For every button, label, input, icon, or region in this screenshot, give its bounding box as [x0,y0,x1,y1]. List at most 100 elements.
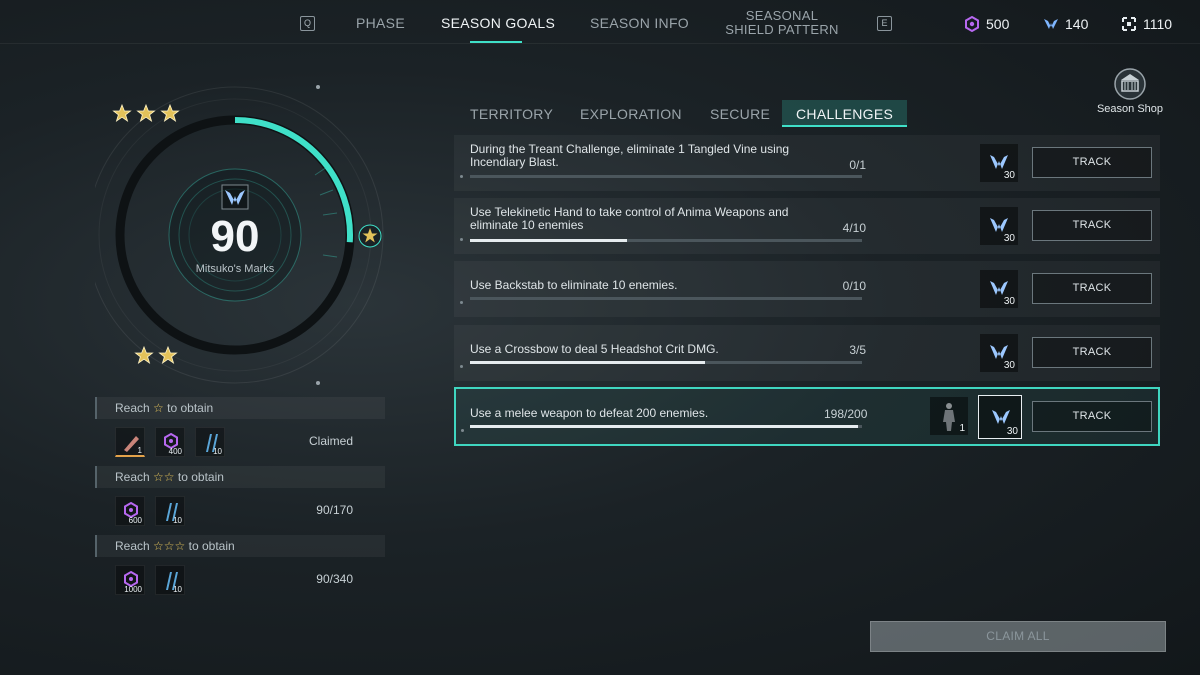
reward-qty: 30 [1003,170,1015,181]
bullet-dot [460,238,463,241]
gem-icon [965,16,979,32]
track-button[interactable]: TRACK [1032,273,1152,304]
claim-all-button[interactable]: CLAIM ALL [870,621,1166,652]
challenge-text: Use Backstab to eliminate 10 enemies. [470,278,678,292]
tab-season-info[interactable]: SEASON INFO [590,15,689,31]
track-button[interactable]: TRACK [1032,147,1152,178]
subtab-challenges[interactable]: CHALLENGES [782,100,908,127]
reward-tier-1-header: Reach ☆ to obtain [95,397,385,419]
reward-tier-2-row: 600 10 90/170 [95,489,385,534]
currency-frames: 1110 [1121,16,1172,32]
challenge-text: During the Treant Challenge, eliminate 1… [470,142,790,169]
reward-qty: 30 [1006,426,1018,437]
challenge-reward[interactable]: 30 [980,270,1018,308]
subtab-secure[interactable]: SECURE [710,100,770,127]
milestone-1-star [358,224,382,253]
mitsuko-mark-icon [221,184,249,210]
challenge-reward[interactable]: 30 [980,334,1018,372]
currency-marks-value: 140 [1065,16,1089,32]
currency-gems-value: 500 [986,16,1010,32]
reward-tier-1-prefix: Reach [115,401,150,415]
milestone-2-stars [134,345,180,370]
item-qty: 1000 [124,585,142,594]
item-qty: 600 [128,516,142,525]
star-icon [112,103,180,122]
reward-qty: 30 [1003,360,1015,371]
reward-qty: 30 [1003,296,1015,307]
challenge-reward[interactable]: 30 [980,207,1018,245]
marks-count: 90 [210,212,260,261]
challenge-reward[interactable]: 30 [978,395,1022,439]
star-icon: ☆☆ [153,470,175,484]
shop-icon [1114,68,1146,100]
star-icon [134,345,178,364]
challenge-progress-bar [470,239,862,242]
challenge-reward-figure[interactable]: 1 [930,397,968,435]
challenge-row[interactable]: Use a Crossbow to deal 5 Headshot Crit D… [454,325,1160,381]
reward-tier-3-row: 1000 10 90/340 [95,558,385,603]
reward-tier-1-suffix: to obtain [167,401,214,415]
mitsuko-mark-icon [1044,19,1058,29]
challenge-reward[interactable]: 30 [980,144,1018,182]
reward-item: 10 [195,427,225,457]
challenge-progress-bar [470,425,862,428]
tab-phase[interactable]: PHASE [356,15,405,31]
currency-gems: 500 [964,16,1009,32]
item-qty: 10 [173,585,182,594]
next-tab-key-hint: E [877,16,892,31]
track-button[interactable]: TRACK [1032,337,1152,368]
challenge-progress-bar [470,175,862,178]
challenge-progress: 3/5 [849,343,866,357]
reward-tier-2-status: 90/170 [316,503,353,517]
challenge-progress: 0/10 [842,279,866,293]
challenge-progress: 198/200 [824,407,868,421]
reward-qty: 1 [959,423,965,434]
reward-item: 10 [155,496,185,526]
challenge-progress-fill [470,361,706,364]
challenge-row-selected[interactable]: Use a melee weapon to defeat 200 enemies… [454,387,1160,446]
reward-item: 10 [155,565,185,595]
challenge-progress-fill [470,239,627,242]
reward-tier-3-header: Reach ☆☆☆ to obtain [95,535,385,557]
reward-tier-3-suffix: to obtain [188,539,235,553]
marks-label: Mitsuko's Marks [195,263,275,275]
currency-marks: 140 [1043,16,1088,32]
challenge-row[interactable]: Use Telekinetic Hand to take control of … [454,198,1160,254]
star-icon: ☆ [153,401,164,415]
reward-tier-2-suffix: to obtain [177,470,224,484]
reward-tier-3-prefix: Reach [115,539,150,553]
challenge-row[interactable]: Use Backstab to eliminate 10 enemies. 0/… [454,261,1160,317]
item-qty: 10 [173,516,182,525]
challenge-text: Use Telekinetic Hand to take control of … [470,205,789,232]
reward-tier-2-header: Reach ☆☆ to obtain [95,466,385,488]
reward-tier-1-status: Claimed [308,434,353,448]
subtab-exploration[interactable]: EXPLORATION [580,100,682,127]
reward-item: 400 [155,427,185,457]
active-tab-indicator [470,41,522,43]
challenge-row[interactable]: During the Treant Challenge, eliminate 1… [454,135,1160,191]
bullet-dot [460,365,463,368]
tab-seasonal-shield-pattern[interactable]: SEASONAL SHIELD PATTERN [718,9,846,37]
challenge-progress-bar [470,361,862,364]
reward-tier-3-status: 90/340 [316,572,353,586]
prev-tab-key-hint: Q [300,16,315,31]
challenge-progress-fill [470,425,859,428]
tab-season-goals[interactable]: SEASON GOALS [441,15,555,31]
top-navigation-bar: Q PHASE SEASON GOALS SEASON INFO SEASONA… [0,0,1200,44]
challenge-text: Use a melee weapon to defeat 200 enemies… [470,406,709,420]
season-shop-label: Season Shop [1096,103,1164,115]
bullet-dot [460,301,463,304]
reward-tier-2-prefix: Reach [115,470,150,484]
track-button[interactable]: TRACK [1032,401,1152,432]
item-qty: 1 [137,446,142,455]
track-button[interactable]: TRACK [1032,210,1152,241]
challenge-text: Use a Crossbow to deal 5 Headshot Crit D… [470,342,719,356]
milestone-3-stars [112,103,180,128]
reward-qty: 30 [1003,233,1015,244]
star-icon: ☆☆☆ [153,539,186,553]
challenge-progress: 0/1 [849,158,866,172]
star-icon [358,224,382,248]
season-shop-button[interactable]: Season Shop [1090,68,1170,115]
item-qty: 10 [213,447,222,456]
subtab-territory[interactable]: TERRITORY [470,100,553,127]
